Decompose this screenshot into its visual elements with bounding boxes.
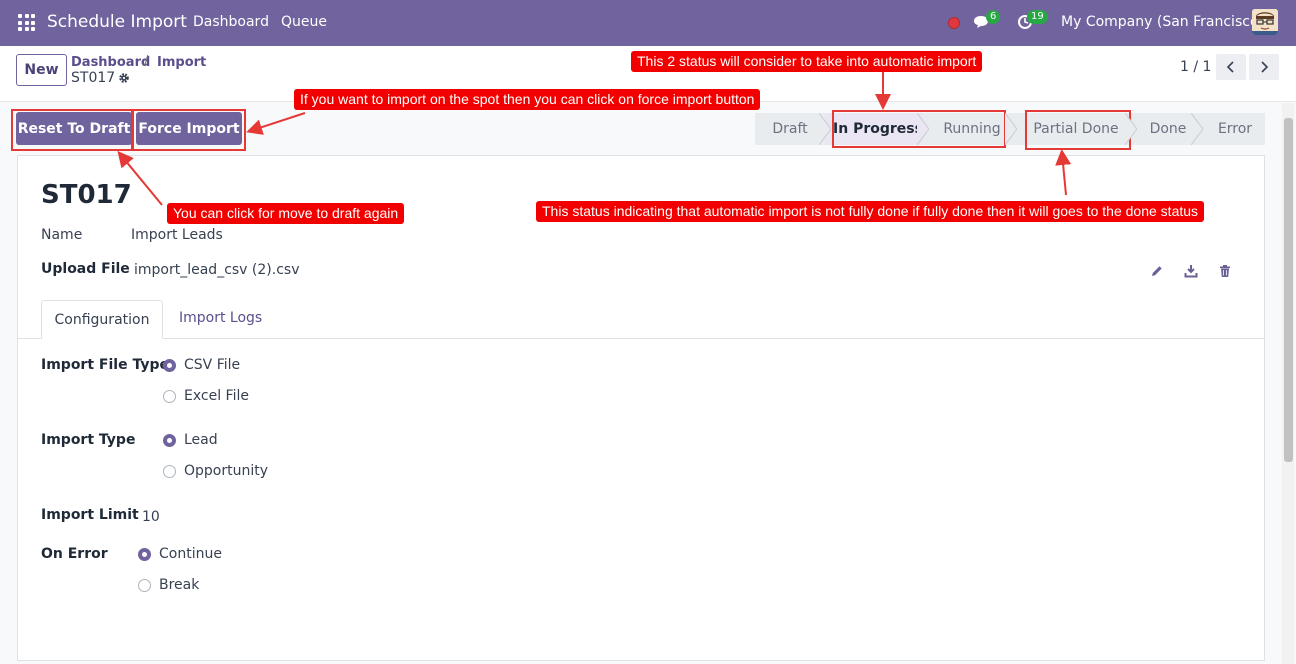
new-button[interactable]: New (16, 54, 67, 86)
option-continue-label: Continue (159, 546, 222, 562)
breadcrumb-separator: / (144, 54, 149, 69)
tab-configuration[interactable]: Configuration (41, 300, 163, 339)
import-limit-field[interactable]: 10 (142, 509, 160, 525)
status-dot-icon[interactable] (948, 17, 960, 29)
highlight-force-button (132, 109, 246, 151)
chevron-right-icon (1261, 61, 1269, 73)
name-field[interactable]: Import Leads (131, 227, 223, 243)
radio-continue[interactable] (138, 548, 151, 561)
breadcrumb-record: ST017 (71, 70, 116, 86)
upload-file-label: Upload File (41, 261, 130, 277)
pager-value[interactable]: 1 / 1 (1180, 59, 1211, 75)
pager-previous-button[interactable] (1216, 54, 1246, 80)
upload-file-name[interactable]: import_lead_csv (2).csv (134, 262, 299, 278)
company-switcher[interactable]: My Company (San Francisco) (1061, 14, 1264, 30)
breadcrumb-dashboard[interactable]: Dashboard (71, 55, 150, 70)
stage-error[interactable]: Error (1197, 113, 1265, 145)
option-break-label: Break (159, 577, 200, 593)
stage-label: Draft (772, 121, 808, 137)
tabs-divider (18, 338, 1264, 339)
nav-dashboard[interactable]: Dashboard (193, 14, 269, 30)
radio-csv-file[interactable] (163, 359, 176, 372)
stage-separator (819, 113, 831, 145)
breadcrumb-import[interactable]: Import (157, 55, 206, 70)
stage-separator (1191, 113, 1203, 145)
radio-opportunity[interactable] (163, 465, 176, 478)
import-limit-label: Import Limit (41, 507, 139, 523)
option-excel-file-label: Excel File (184, 388, 249, 404)
annotation-draft-note: You can click for move to draft again (167, 203, 405, 224)
arrow-force-note (246, 112, 306, 135)
annotation-partial-note: This status indicating that automatic im… (536, 201, 1205, 222)
apps-menu-icon[interactable] (18, 14, 35, 31)
option-lead-label: Lead (184, 432, 218, 448)
stage-separator (1005, 113, 1017, 145)
highlight-reset-button (11, 109, 133, 151)
radio-excel-file[interactable] (163, 390, 176, 403)
stage-draft[interactable]: Draft (755, 113, 831, 145)
stage-done[interactable]: Done (1131, 113, 1203, 145)
gear-icon[interactable] (118, 72, 130, 84)
download-icon[interactable] (1184, 264, 1198, 278)
trash-icon[interactable] (1218, 264, 1232, 278)
radio-lead[interactable] (163, 434, 176, 447)
option-opportunity-label: Opportunity (184, 463, 269, 479)
nav-queue[interactable]: Queue (281, 14, 327, 30)
stage-separator (1125, 113, 1137, 145)
user-avatar[interactable] (1252, 9, 1278, 35)
record-title: ST017 (41, 180, 132, 210)
pager-next-button[interactable] (1249, 54, 1279, 80)
activity-badge: 19 (1027, 10, 1048, 24)
import-file-type-label: Import File Type (41, 357, 169, 373)
stage-label: Error (1217, 121, 1253, 137)
chat-badge: 6 (986, 10, 1001, 24)
chevron-left-icon (1226, 61, 1234, 73)
scrollbar-thumb[interactable] (1284, 118, 1293, 462)
stage-separator (917, 113, 929, 145)
annotation-force-note: If you want to import on the spot then y… (294, 89, 761, 110)
tab-import-logs[interactable]: Import Logs (179, 310, 262, 326)
pencil-icon[interactable] (1150, 264, 1164, 278)
annotation-status-note: This 2 status will consider to take into… (631, 51, 983, 72)
highlight-partial-done (1025, 110, 1131, 150)
stage-label: Done (1149, 121, 1187, 137)
top-navbar: Schedule Import Dashboard Queue 6 19 My … (0, 0, 1296, 46)
radio-break[interactable] (138, 579, 151, 592)
app-brand[interactable]: Schedule Import (47, 12, 187, 32)
option-csv-file-label: CSV File (184, 357, 241, 373)
name-label: Name (41, 227, 83, 243)
on-error-label: On Error (41, 546, 108, 562)
import-type-label: Import Type (41, 432, 136, 448)
